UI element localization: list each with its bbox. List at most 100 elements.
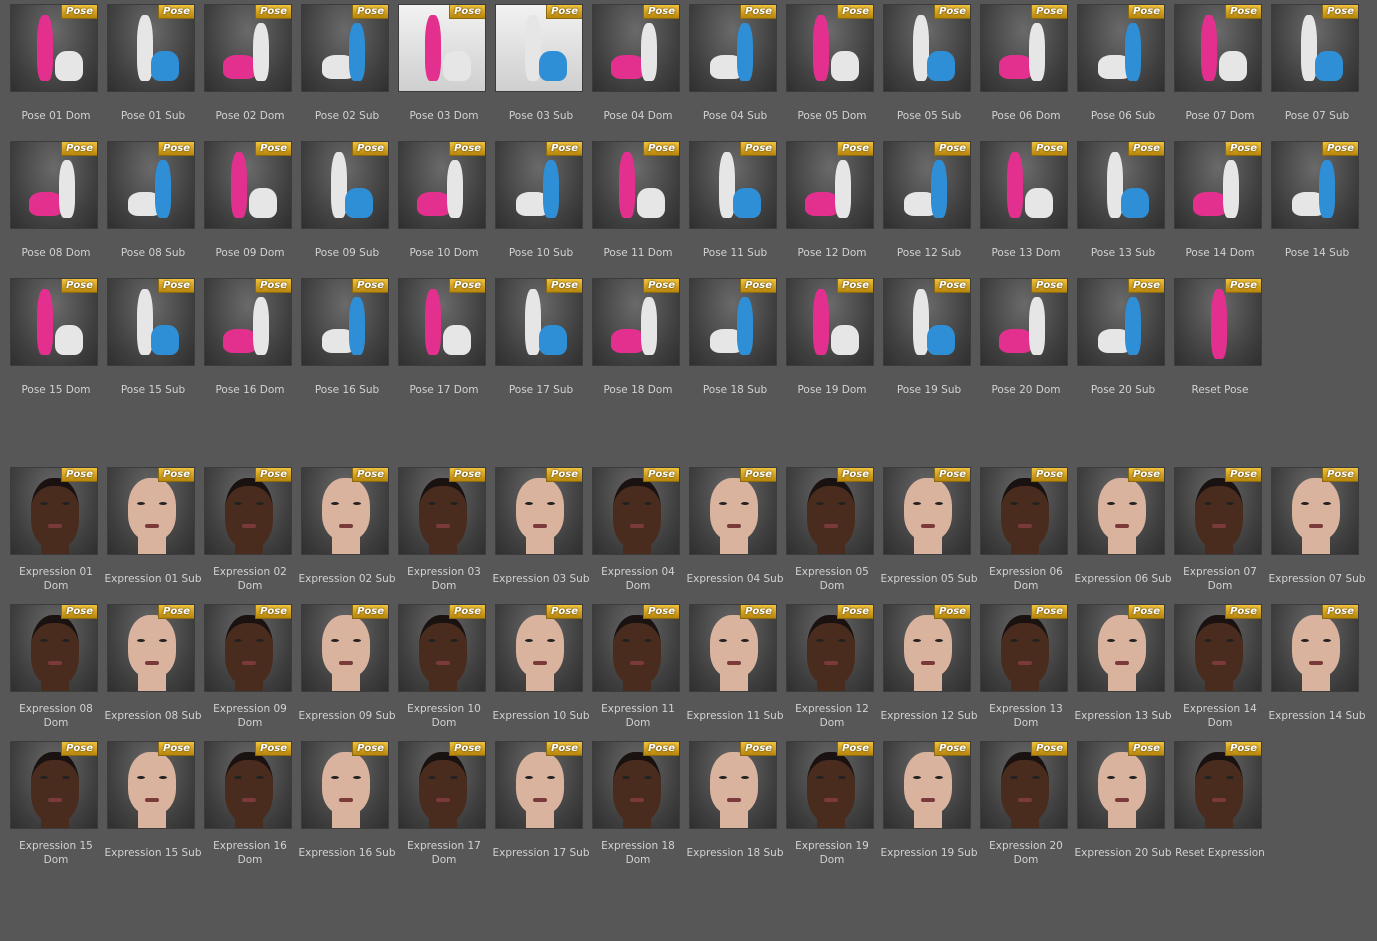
expression-thumbnail[interactable]: Pose <box>883 467 971 555</box>
expression-tile-expression-02-sub[interactable]: Pose Expression 02 Sub <box>293 467 396 597</box>
expression-thumbnail[interactable]: Pose <box>1271 467 1359 555</box>
expression-tile-expression-16-sub[interactable]: Pose Expression 16 Sub <box>293 741 396 871</box>
pose-tile-pose-10-dom[interactable]: Pose Pose 10 Dom <box>390 141 487 271</box>
expression-tile-expression-13-dom[interactable]: Pose Expression 13 Dom <box>972 604 1069 734</box>
pose-thumbnail[interactable]: Pose <box>1271 141 1359 229</box>
pose-thumbnail[interactable]: Pose <box>107 4 195 92</box>
expression-thumbnail[interactable]: Pose <box>495 741 583 829</box>
expression-thumbnail[interactable]: Pose <box>980 604 1068 692</box>
expression-tile-expression-12-dom[interactable]: Pose Expression 12 Dom <box>778 604 875 734</box>
expression-tile-expression-07-dom[interactable]: Pose Expression 07 Dom <box>1166 467 1263 597</box>
pose-tile-pose-04-dom[interactable]: Pose Pose 04 Dom <box>584 4 681 134</box>
expression-tile-expression-11-dom[interactable]: Pose Expression 11 Dom <box>584 604 681 734</box>
expression-thumbnail[interactable]: Pose <box>883 604 971 692</box>
pose-tile-pose-17-dom[interactable]: Pose Pose 17 Dom <box>390 278 487 408</box>
pose-thumbnail[interactable]: Pose <box>1174 141 1262 229</box>
pose-thumbnail[interactable]: Pose <box>301 278 389 366</box>
pose-tile-pose-07-dom[interactable]: Pose Pose 07 Dom <box>1166 4 1263 134</box>
expression-tile-expression-06-sub[interactable]: Pose Expression 06 Sub <box>1069 467 1172 597</box>
expression-thumbnail[interactable]: Pose <box>592 467 680 555</box>
expression-tile-expression-02-dom[interactable]: Pose Expression 02 Dom <box>196 467 293 597</box>
pose-thumbnail[interactable]: Pose <box>204 4 292 92</box>
pose-thumbnail[interactable]: Pose <box>883 141 971 229</box>
expression-tile-expression-14-sub[interactable]: Pose Expression 14 Sub <box>1263 604 1366 734</box>
expression-thumbnail[interactable]: Pose <box>786 467 874 555</box>
expression-thumbnail[interactable]: Pose <box>10 741 98 829</box>
pose-thumbnail[interactable]: Pose <box>980 141 1068 229</box>
pose-thumbnail[interactable]: Pose <box>495 278 583 366</box>
expression-thumbnail[interactable]: Pose <box>689 604 777 692</box>
pose-tile-pose-02-dom[interactable]: Pose Pose 02 Dom <box>196 4 293 134</box>
pose-tile-pose-09-sub[interactable]: Pose Pose 09 Sub <box>293 141 390 271</box>
pose-thumbnail[interactable]: Pose <box>301 4 389 92</box>
expression-thumbnail[interactable]: Pose <box>204 467 292 555</box>
pose-thumbnail[interactable]: Pose <box>398 141 486 229</box>
pose-tile-pose-08-dom[interactable]: Pose Pose 08 Dom <box>2 141 99 271</box>
expression-thumbnail[interactable]: Pose <box>592 604 680 692</box>
pose-thumbnail[interactable]: Pose <box>10 278 98 366</box>
expression-thumbnail[interactable]: Pose <box>980 467 1068 555</box>
pose-thumbnail[interactable]: Pose <box>10 141 98 229</box>
expression-tile-expression-13-sub[interactable]: Pose Expression 13 Sub <box>1069 604 1172 734</box>
expression-thumbnail[interactable]: Pose <box>107 467 195 555</box>
pose-thumbnail[interactable]: Pose <box>398 4 486 92</box>
expression-thumbnail[interactable]: Pose <box>1077 604 1165 692</box>
expression-tile-expression-08-sub[interactable]: Pose Expression 08 Sub <box>99 604 202 734</box>
expression-thumbnail[interactable]: Pose <box>398 741 486 829</box>
expression-thumbnail[interactable]: Pose <box>1077 467 1165 555</box>
expression-thumbnail[interactable]: Pose <box>1271 604 1359 692</box>
expression-tile-expression-09-dom[interactable]: Pose Expression 09 Dom <box>196 604 293 734</box>
expression-thumbnail[interactable]: Pose <box>204 604 292 692</box>
expression-tile-expression-14-dom[interactable]: Pose Expression 14 Dom <box>1166 604 1263 734</box>
pose-thumbnail[interactable]: Pose <box>980 4 1068 92</box>
pose-tile-pose-05-dom[interactable]: Pose Pose 05 Dom <box>778 4 875 134</box>
expression-thumbnail[interactable]: Pose <box>1174 467 1262 555</box>
pose-tile-pose-04-sub[interactable]: Pose Pose 04 Sub <box>681 4 778 134</box>
pose-tile-pose-01-sub[interactable]: Pose Pose 01 Sub <box>99 4 196 134</box>
expression-thumbnail[interactable]: Pose <box>10 604 98 692</box>
pose-thumbnail[interactable]: Pose <box>204 278 292 366</box>
expression-thumbnail[interactable]: Pose <box>689 467 777 555</box>
pose-thumbnail[interactable]: Pose <box>107 278 195 366</box>
expression-tile-expression-12-sub[interactable]: Pose Expression 12 Sub <box>875 604 978 734</box>
pose-tile-pose-11-dom[interactable]: Pose Pose 11 Dom <box>584 141 681 271</box>
expression-tile-expression-16-dom[interactable]: Pose Expression 16 Dom <box>196 741 293 871</box>
expression-thumbnail[interactable]: Pose <box>786 604 874 692</box>
expression-thumbnail[interactable]: Pose <box>398 467 486 555</box>
pose-tile-pose-03-sub[interactable]: Pose Pose 03 Sub <box>487 4 584 134</box>
pose-thumbnail[interactable]: Pose <box>1271 4 1359 92</box>
pose-tile-pose-11-sub[interactable]: Pose Pose 11 Sub <box>681 141 778 271</box>
pose-tile-pose-15-sub[interactable]: Pose Pose 15 Sub <box>99 278 196 408</box>
pose-thumbnail[interactable]: Pose <box>495 4 583 92</box>
expression-tile-expression-19-dom[interactable]: Pose Expression 19 Dom <box>778 741 875 871</box>
pose-thumbnail[interactable]: Pose <box>1174 278 1262 366</box>
pose-tile-pose-02-sub[interactable]: Pose Pose 02 Sub <box>293 4 390 134</box>
expression-thumbnail[interactable]: Pose <box>398 604 486 692</box>
expression-tile-expression-07-sub[interactable]: Pose Expression 07 Sub <box>1263 467 1366 597</box>
pose-tile-pose-19-dom[interactable]: Pose Pose 19 Dom <box>778 278 875 408</box>
expression-tile-expression-18-dom[interactable]: Pose Expression 18 Dom <box>584 741 681 871</box>
pose-thumbnail[interactable]: Pose <box>786 4 874 92</box>
pose-thumbnail[interactable]: Pose <box>495 141 583 229</box>
pose-tile-pose-06-sub[interactable]: Pose Pose 06 Sub <box>1069 4 1166 134</box>
expression-thumbnail[interactable]: Pose <box>301 604 389 692</box>
pose-thumbnail[interactable]: Pose <box>592 141 680 229</box>
expression-tile-expression-20-dom[interactable]: Pose Expression 20 Dom <box>972 741 1069 871</box>
pose-tile-pose-13-sub[interactable]: Pose Pose 13 Sub <box>1069 141 1166 271</box>
pose-tile-pose-01-dom[interactable]: Pose Pose 01 Dom <box>2 4 99 134</box>
expression-tile-expression-06-dom[interactable]: Pose Expression 06 Dom <box>972 467 1069 597</box>
pose-thumbnail[interactable]: Pose <box>204 141 292 229</box>
expression-tile-expression-08-dom[interactable]: Pose Expression 08 Dom <box>2 604 99 734</box>
expression-thumbnail[interactable]: Pose <box>10 467 98 555</box>
pose-thumbnail[interactable]: Pose <box>883 4 971 92</box>
pose-tile-pose-19-sub[interactable]: Pose Pose 19 Sub <box>875 278 972 408</box>
expression-thumbnail[interactable]: Pose <box>883 741 971 829</box>
expression-tile-expression-01-sub[interactable]: Pose Expression 01 Sub <box>99 467 202 597</box>
pose-thumbnail[interactable]: Pose <box>786 278 874 366</box>
pose-thumbnail[interactable]: Pose <box>689 141 777 229</box>
pose-tile-pose-18-sub[interactable]: Pose Pose 18 Sub <box>681 278 778 408</box>
expression-tile-expression-17-sub[interactable]: Pose Expression 17 Sub <box>487 741 590 871</box>
pose-thumbnail[interactable]: Pose <box>10 4 98 92</box>
expression-thumbnail[interactable]: Pose <box>689 741 777 829</box>
pose-thumbnail[interactable]: Pose <box>1077 141 1165 229</box>
